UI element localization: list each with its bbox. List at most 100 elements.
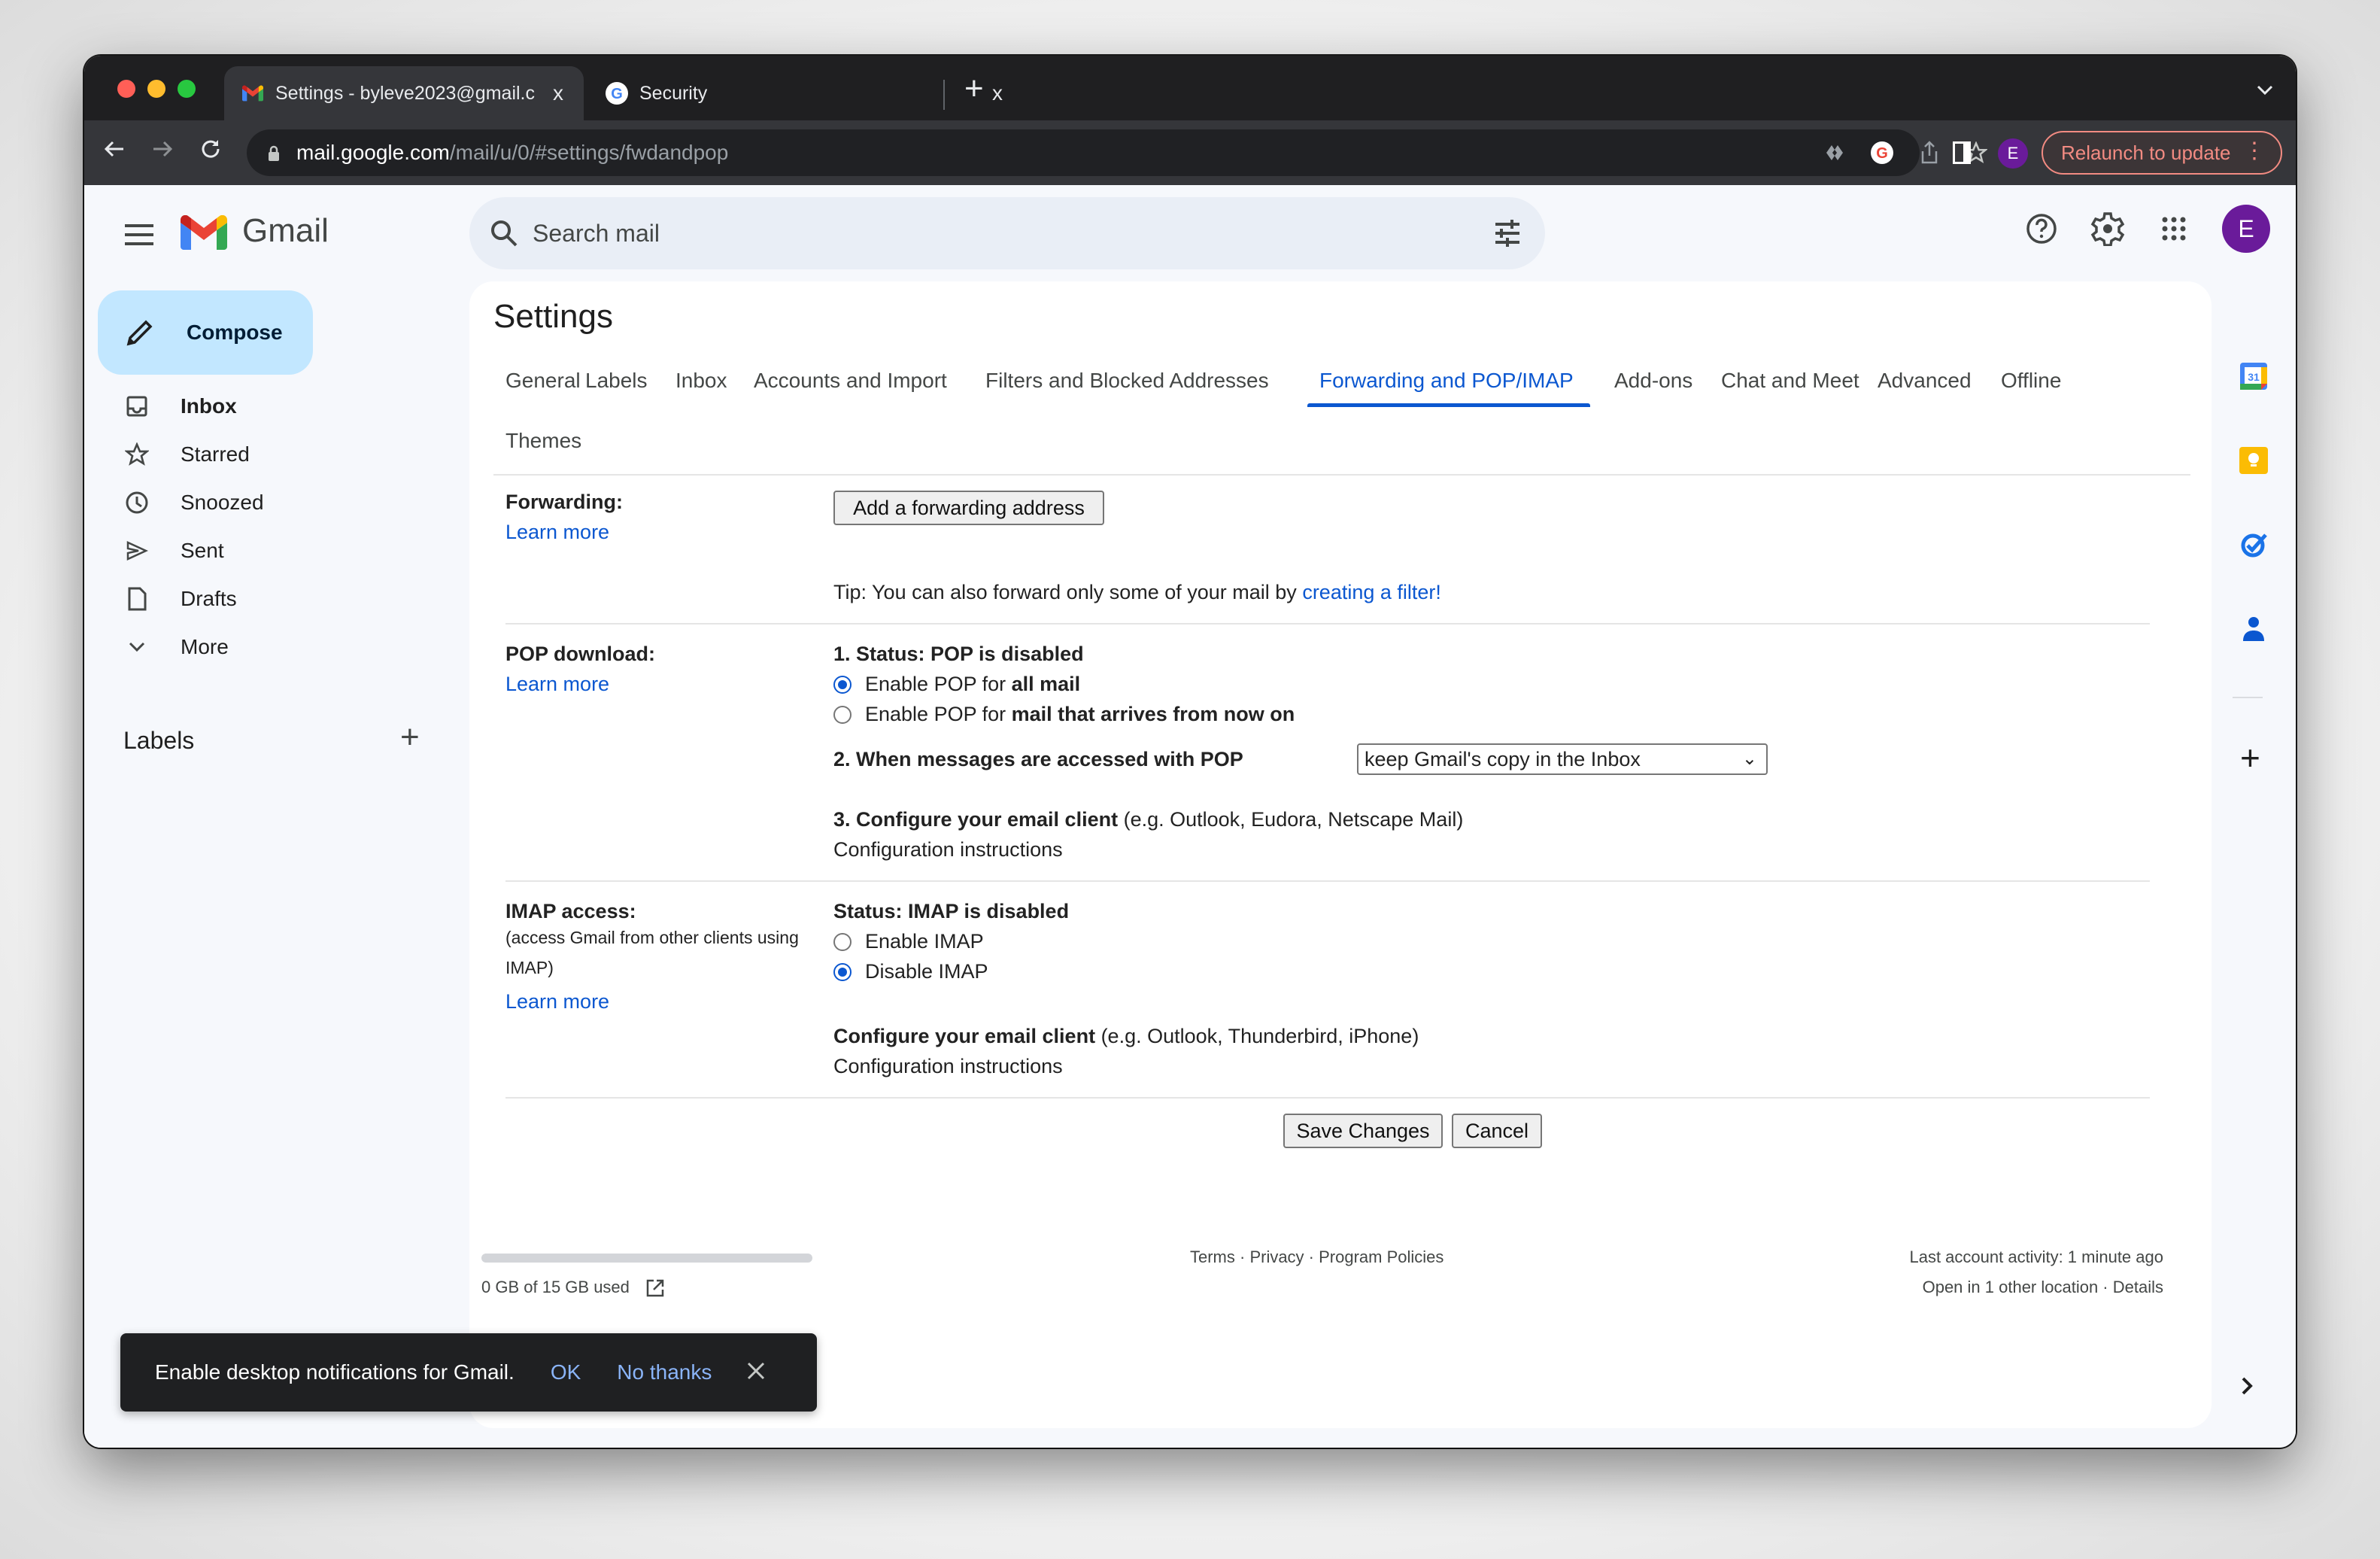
google-icon: G bbox=[605, 81, 629, 105]
footer-links[interactable]: Terms · Privacy · Program Policies bbox=[1190, 1248, 1443, 1267]
search-input[interactable]: Search mail bbox=[533, 220, 660, 248]
close-icon[interactable] bbox=[746, 1358, 766, 1387]
close-tab-icon[interactable]: x bbox=[982, 81, 1012, 105]
tasks-icon[interactable] bbox=[2237, 528, 2270, 561]
tab-offline[interactable]: Offline bbox=[2001, 369, 2061, 393]
pop-all-mail-radio[interactable]: Enable POP for all mail bbox=[833, 673, 1080, 696]
forward-button[interactable] bbox=[150, 134, 175, 172]
tip-text: Tip: You can also forward only some of y… bbox=[833, 581, 1303, 603]
tab-labels[interactable]: Labels bbox=[585, 369, 648, 393]
help-icon[interactable] bbox=[2020, 208, 2063, 250]
sidebar-item-inbox[interactable]: Inbox 3 bbox=[84, 382, 521, 430]
add-forwarding-address-button[interactable]: Add a forwarding address bbox=[833, 491, 1104, 525]
storage-text: 0 GB of 15 GB used bbox=[481, 1278, 666, 1299]
tab-filters[interactable]: Filters and Blocked Addresses bbox=[985, 369, 1269, 393]
configure-bold: Configure your email client bbox=[833, 1025, 1096, 1047]
pop-access-label: 2. When messages are accessed with POP bbox=[833, 748, 1243, 770]
rail-divider bbox=[2233, 697, 2263, 698]
gmail-logo-icon[interactable] bbox=[181, 215, 227, 250]
radio-checked[interactable] bbox=[833, 962, 852, 981]
sidebar-item-more[interactable]: More bbox=[84, 623, 521, 671]
maximize-window-button[interactable] bbox=[178, 80, 196, 98]
sidebar-item-starred[interactable]: Starred bbox=[84, 430, 521, 479]
tab-themes[interactable]: Themes bbox=[505, 429, 581, 453]
imap-learn-more-link[interactable]: Learn more bbox=[505, 990, 609, 1014]
main-menu-icon[interactable] bbox=[125, 224, 153, 245]
imap-config-instructions-link[interactable]: Configuration instructions bbox=[833, 1055, 1063, 1078]
labels-heading: Labels bbox=[123, 727, 195, 754]
sidebar-item-label: Starred bbox=[181, 442, 250, 466]
get-add-ons-icon[interactable]: + bbox=[2240, 740, 2260, 775]
sidebar-item-drafts[interactable]: Drafts bbox=[84, 575, 521, 623]
sidebar-item-snoozed[interactable]: Snoozed bbox=[84, 479, 521, 527]
radio-checked[interactable] bbox=[833, 675, 852, 694]
reload-button[interactable] bbox=[199, 134, 223, 172]
url-text: mail.google.com/mail/u/0/#settings/fwdan… bbox=[296, 141, 728, 165]
tab-search-chevron-icon[interactable] bbox=[2257, 77, 2273, 101]
google-lens-icon[interactable]: G bbox=[1870, 140, 1894, 166]
contacts-icon[interactable] bbox=[2237, 612, 2270, 646]
gmail-icon bbox=[241, 81, 265, 105]
close-window-button[interactable] bbox=[117, 80, 135, 98]
sidebar-item-sent[interactable]: Sent bbox=[84, 527, 521, 575]
settings-gear-icon[interactable] bbox=[2087, 208, 2129, 250]
search-options-icon[interactable] bbox=[1492, 218, 1522, 248]
other-location-details[interactable]: Open in 1 other location · Details bbox=[1923, 1278, 2163, 1297]
more-vert-icon[interactable]: ⋮ bbox=[2243, 140, 2266, 163]
external-link-icon[interactable] bbox=[645, 1278, 666, 1299]
tab-add-ons[interactable]: Add-ons bbox=[1614, 369, 1692, 393]
radio-label-bold: mail that arrives from now on bbox=[1011, 703, 1295, 725]
cancel-button[interactable]: Cancel bbox=[1452, 1114, 1542, 1148]
sidebar-item-label: Drafts bbox=[181, 587, 237, 610]
browser-tab-settings[interactable]: Settings - byleve2023@gmail.c x bbox=[224, 66, 584, 120]
disable-imap-radio[interactable]: Disable IMAP bbox=[833, 960, 988, 983]
share-icon[interactable] bbox=[1920, 140, 1939, 166]
tab-forwarding-pop-imap[interactable]: Forwarding and POP/IMAP bbox=[1319, 369, 1574, 393]
save-changes-button[interactable]: Save Changes bbox=[1283, 1114, 1443, 1148]
relaunch-label: Relaunch to update bbox=[2061, 141, 2231, 164]
back-button[interactable] bbox=[102, 134, 126, 172]
search-icon[interactable] bbox=[487, 217, 521, 250]
google-apps-icon[interactable] bbox=[2153, 208, 2195, 250]
pop-learn-more-link[interactable]: Learn more bbox=[505, 673, 609, 696]
pop-config-instructions-link[interactable]: Configuration instructions bbox=[833, 838, 1063, 862]
tab-chat-and-meet[interactable]: Chat and Meet bbox=[1721, 369, 1859, 393]
extension-diamond-icon[interactable] bbox=[1825, 140, 1844, 166]
svg-text:G: G bbox=[1876, 145, 1888, 162]
tab-inbox[interactable]: Inbox bbox=[675, 369, 727, 393]
snackbar-no-thanks-button[interactable]: No thanks bbox=[617, 1360, 712, 1384]
tab-advanced[interactable]: Advanced bbox=[1878, 369, 1972, 393]
calendar-icon[interactable]: 31 bbox=[2237, 360, 2270, 393]
address-bar[interactable]: mail.google.com/mail/u/0/#settings/fwdan… bbox=[247, 129, 1987, 176]
compose-button[interactable]: Compose bbox=[98, 290, 313, 375]
storage-label: 0 GB of 15 GB used bbox=[481, 1278, 630, 1296]
new-tab-button[interactable]: + bbox=[964, 72, 984, 105]
create-filter-link[interactable]: creating a filter! bbox=[1302, 581, 1441, 603]
search-bar[interactable]: Search mail bbox=[469, 197, 1545, 269]
minimize-window-button[interactable] bbox=[147, 80, 165, 98]
tab-accounts-and-import[interactable]: Accounts and Import bbox=[754, 369, 947, 393]
browser-tab-security[interactable]: G Security x bbox=[588, 66, 1023, 120]
radio-label: Disable IMAP bbox=[865, 960, 988, 983]
active-tab-indicator bbox=[1307, 403, 1590, 407]
close-tab-icon[interactable]: x bbox=[543, 81, 573, 105]
url-host: mail.google.com bbox=[296, 141, 450, 164]
relaunch-button[interactable]: Relaunch to update ⋮ bbox=[2042, 131, 2282, 175]
side-panel-icon[interactable] bbox=[1953, 141, 1971, 164]
tab-general[interactable]: General bbox=[505, 369, 581, 393]
enable-imap-radio[interactable]: Enable IMAP bbox=[833, 930, 984, 953]
account-avatar[interactable]: E bbox=[2222, 205, 2270, 253]
browser-profile-avatar[interactable]: E bbox=[1998, 138, 2028, 169]
radio-unchecked[interactable] bbox=[833, 705, 852, 724]
radio-unchecked[interactable] bbox=[833, 932, 852, 951]
snackbar-ok-button[interactable]: OK bbox=[551, 1360, 581, 1384]
tabs-divider bbox=[493, 474, 2190, 476]
chevron-right-icon[interactable] bbox=[2240, 1374, 2255, 1403]
forwarding-learn-more-link[interactable]: Learn more bbox=[505, 521, 609, 544]
pop-access-select[interactable]: keep Gmail's copy in the Inbox ⌄ bbox=[1357, 743, 1768, 775]
chevron-down-icon bbox=[123, 634, 150, 661]
pop-from-now-radio[interactable]: Enable POP for mail that arrives from no… bbox=[833, 703, 1295, 726]
keep-icon[interactable] bbox=[2237, 444, 2270, 477]
add-label-icon[interactable]: + bbox=[400, 721, 420, 754]
gmail-app: Gmail Compose Inbox 3 Starred Snoozed Se… bbox=[84, 185, 2296, 1448]
